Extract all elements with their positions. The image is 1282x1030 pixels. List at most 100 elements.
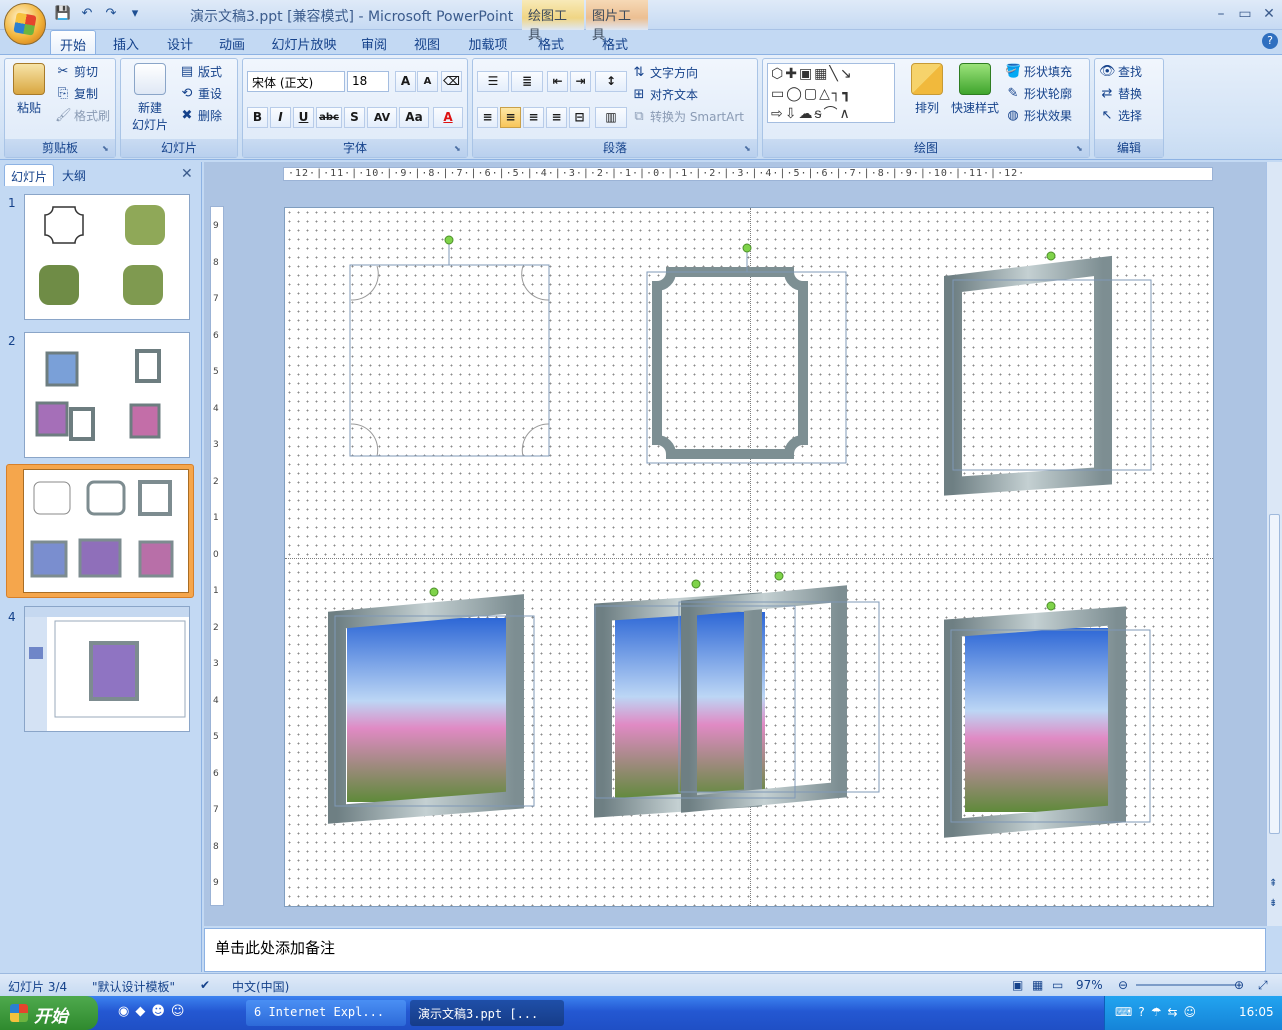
delete-slide-button[interactable]: ✖ 删除 (179, 107, 222, 124)
undo-icon[interactable]: ↶ (78, 6, 96, 22)
app-icon[interactable]: ◉ (118, 1004, 135, 1019)
shape-3-3d-frame[interactable] (944, 251, 1152, 496)
font-color-button[interactable]: A (433, 107, 463, 128)
columns-button[interactable]: ▥ (595, 107, 627, 128)
align-text-button[interactable]: ⊞ 对齐文本 (631, 86, 698, 103)
redo-icon[interactable]: ↷ (102, 6, 120, 22)
shrink-font-button[interactable]: A (417, 71, 438, 92)
tab-outline[interactable]: 大纲 (56, 164, 92, 186)
arrange-button[interactable]: 排列 (905, 63, 949, 116)
spellcheck-icon[interactable]: ✔ (200, 978, 210, 992)
minimize-button[interactable]: – (1212, 6, 1230, 22)
tray-icons[interactable]: ⌨?☂⇆☺ (1115, 1005, 1202, 1019)
shape-5-overlapping-frames[interactable] (594, 571, 880, 818)
slide-thumbnail-1[interactable] (24, 194, 190, 320)
align-right-button[interactable]: ≡ (523, 107, 544, 128)
zoom-slider[interactable] (1136, 984, 1236, 986)
grow-font-button[interactable]: A (395, 71, 416, 92)
clear-format-button[interactable]: ⌫ (441, 71, 462, 92)
tab-format-picture[interactable]: 格式 (592, 30, 638, 54)
reset-button[interactable]: ⟲ 重设 (179, 85, 222, 102)
dialog-launcher-icon[interactable]: ⬊ (102, 144, 112, 154)
shape-6-framed-picture[interactable] (944, 601, 1151, 838)
cut-button[interactable]: ✂ 剪切 (55, 63, 98, 80)
layout-button[interactable]: ▤ 版式 (179, 63, 222, 80)
zoom-out-icon[interactable]: ⊖ (1118, 978, 1128, 992)
view-normal-icon[interactable]: ▣ (1012, 978, 1023, 992)
convert-smartart-button[interactable]: ⧉ 转换为 SmartArt (631, 108, 744, 125)
tab-slideshow[interactable]: 幻灯片放映 (266, 30, 342, 54)
paste-button[interactable]: 粘贴 (9, 63, 49, 116)
customize-qat-icon[interactable]: ▾ (126, 6, 144, 22)
align-left-button[interactable]: ≡ (477, 107, 498, 128)
shapes-gallery[interactable]: ⬡✚▣▦╲↘ ▭◯▢△┐┓ ⇨⇩☁ᵴ⌒∧ (767, 63, 895, 123)
shape-outline-button[interactable]: ✎ 形状轮廓 (1005, 85, 1072, 102)
slide-canvas[interactable] (284, 207, 1214, 907)
restore-button[interactable]: ▭ (1236, 6, 1254, 22)
shape-4-framed-picture[interactable] (328, 587, 535, 824)
slide-thumbnail-2[interactable] (24, 332, 190, 458)
dialog-launcher-icon[interactable]: ⬊ (454, 144, 464, 154)
qq-icon[interactable]: ☻ (151, 1004, 171, 1019)
save-icon[interactable]: 💾 (54, 6, 72, 22)
tab-view[interactable]: 视图 (405, 30, 449, 54)
horizontal-ruler[interactable]: ·12·|·11·|·10·|·9·|·8·|·7·|·6·|·5·|·4·|·… (283, 167, 1213, 181)
tab-format-drawing[interactable]: 格式 (528, 30, 574, 54)
prev-slide-icon[interactable]: ⇞ (1269, 878, 1277, 889)
distributed-button[interactable]: ⊟ (569, 107, 590, 128)
dialog-launcher-icon[interactable]: ⬊ (744, 144, 754, 154)
notes-pane[interactable]: 单击此处添加备注 (204, 928, 1266, 972)
view-slideshow-icon[interactable]: ▭ (1052, 978, 1063, 992)
line-spacing-button[interactable]: ↕ (595, 71, 627, 92)
shape-effects-button[interactable]: ◍ 形状效果 (1005, 107, 1072, 124)
align-center-button[interactable]: ≡ (500, 107, 521, 128)
shape-2-frame[interactable] (646, 243, 847, 464)
find-button[interactable]: 👁 查找 (1099, 63, 1142, 80)
dialog-launcher-icon[interactable]: ⬊ (1076, 144, 1086, 154)
view-sorter-icon[interactable]: ▦ (1032, 978, 1043, 992)
qq-icon[interactable]: ☺ (171, 1004, 191, 1019)
vertical-ruler[interactable]: 9 8 7 6 5 4 3 2 1 0 1 2 3 4 5 6 7 8 9 (210, 206, 224, 906)
shape-1-outline[interactable] (349, 235, 550, 457)
numbering-button[interactable]: ≣ (511, 71, 543, 92)
close-button[interactable]: ✕ (1260, 6, 1278, 22)
underline-button[interactable]: U (293, 107, 314, 128)
quick-styles-button[interactable]: 快速样式 (949, 63, 1001, 116)
zoom-level[interactable]: 97% (1076, 978, 1103, 992)
new-slide-button[interactable]: 新建 幻灯片 (125, 63, 175, 133)
tab-addins[interactable]: 加载项 (460, 30, 516, 54)
vertical-scrollbar[interactable]: ⇞ ⇟ (1266, 162, 1282, 926)
tab-slides[interactable]: 幻灯片 (4, 164, 55, 186)
font-size-select[interactable]: 18 (347, 71, 389, 92)
format-painter-button[interactable]: 🖌 格式刷 (55, 107, 110, 124)
bold-button[interactable]: B (247, 107, 268, 128)
close-pane-icon[interactable]: ✕ (181, 166, 193, 182)
tab-home[interactable]: 开始 (50, 30, 96, 54)
start-button[interactable]: 开始 (0, 996, 98, 1030)
shape-fill-button[interactable]: 🪣 形状填充 (1005, 63, 1072, 80)
tab-animations[interactable]: 动画 (210, 30, 254, 54)
help-icon[interactable]: ? (1262, 33, 1278, 49)
tab-insert[interactable]: 插入 (104, 30, 148, 54)
slide-thumbnail-4[interactable] (24, 606, 190, 732)
taskbar-ie[interactable]: 6 Internet Expl... (246, 1000, 406, 1026)
text-direction-button[interactable]: ⇅ 文字方向 (631, 64, 698, 81)
replace-button[interactable]: ⇄ 替换 (1099, 85, 1142, 102)
shadow-button[interactable]: S (344, 107, 365, 128)
slide-thumbnail-3-selected[interactable] (6, 464, 194, 598)
office-button[interactable] (4, 3, 46, 45)
scroll-thumb[interactable] (1269, 514, 1280, 834)
fit-slide-icon[interactable]: ⤢ (1258, 978, 1268, 993)
font-name-select[interactable]: 宋体 (正文) (247, 71, 345, 92)
decrease-indent-button[interactable]: ⇤ (547, 71, 568, 92)
strikethrough-button[interactable]: abc (316, 107, 342, 128)
app-icon[interactable]: ◆ (135, 1004, 151, 1019)
select-button[interactable]: ↖ 选择 (1099, 107, 1142, 124)
italic-button[interactable]: I (270, 107, 291, 128)
change-case-button[interactable]: Aa (399, 107, 429, 128)
char-spacing-button[interactable]: AV (367, 107, 397, 128)
taskbar-powerpoint[interactable]: 演示文稿3.ppt [... (410, 1000, 564, 1026)
increase-indent-button[interactable]: ⇥ (570, 71, 591, 92)
tab-review[interactable]: 审阅 (352, 30, 396, 54)
zoom-in-icon[interactable]: ⊕ (1234, 978, 1244, 992)
